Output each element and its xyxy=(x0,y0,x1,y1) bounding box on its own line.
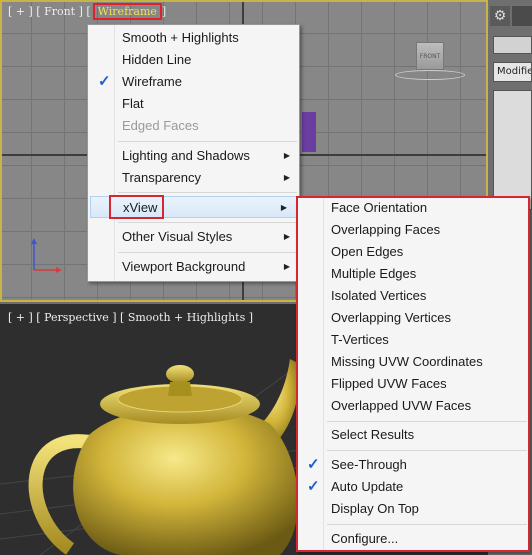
menu-item-edged-faces: Edged Faces xyxy=(122,118,199,133)
submenu-item-t-vertices[interactable]: T-Vertices xyxy=(297,329,529,351)
submenu-arrow-icon: ▶ xyxy=(283,232,290,241)
viewcube-label: FRONT xyxy=(419,53,441,60)
viewcube[interactable]: FRONT xyxy=(416,42,444,70)
viewport-label-prefix[interactable]: [ + ] [ Front ] [ xyxy=(8,5,91,18)
submenu-item-isolated-vertices[interactable]: Isolated Vertices xyxy=(297,285,529,307)
submenu-item-display-on-top[interactable]: Display On Top xyxy=(297,498,529,520)
menu-item-other-visual-styles[interactable]: Other Visual Styles ▶ xyxy=(88,226,299,248)
submenu-item-configure[interactable]: Configure... xyxy=(297,528,529,550)
viewcube-ring[interactable] xyxy=(395,70,465,80)
menu-separator xyxy=(327,450,527,451)
viewport-shading-menu: Smooth + Highlights Hidden Line ✓ Wirefra… xyxy=(87,24,300,282)
menu-separator xyxy=(327,421,527,422)
submenu-item-overlapped-uvw[interactable]: Overlapped UVW Faces xyxy=(297,395,529,417)
viewport-label-suffix: ] xyxy=(161,5,167,18)
perspective-viewport-label[interactable]: [ + ] [ Perspective ] [ Smooth + Highlig… xyxy=(8,311,253,324)
submenu-item-overlapping-faces[interactable]: Overlapping Faces xyxy=(297,219,529,241)
submenu-item-auto-update[interactable]: ✓ Auto Update xyxy=(297,476,529,498)
object-name-field[interactable] xyxy=(493,36,532,54)
submenu-item-face-orientation[interactable]: Face Orientation xyxy=(297,197,529,219)
menu-item-lighting-shadows[interactable]: Lighting and Shadows ▶ xyxy=(88,145,299,167)
xview-submenu: Face Orientation Overlapping Faces Open … xyxy=(296,196,530,552)
modifier-list-dropdown[interactable]: Modifier List xyxy=(493,62,532,82)
scene-object xyxy=(302,112,316,152)
submenu-arrow-icon: ▶ xyxy=(283,151,290,160)
teapot-knob xyxy=(166,365,194,383)
submenu-item-missing-uvw[interactable]: Missing UVW Coordinates xyxy=(297,351,529,373)
menu-separator xyxy=(118,252,297,253)
submenu-arrow-icon: ▶ xyxy=(283,262,290,271)
submenu-item-open-edges[interactable]: Open Edges xyxy=(297,241,529,263)
check-icon: ✓ xyxy=(307,478,320,495)
menu-item-hidden-line[interactable]: Hidden Line xyxy=(88,49,299,71)
menu-separator xyxy=(327,524,527,525)
modifier-stack[interactable] xyxy=(493,90,532,210)
menu-separator xyxy=(118,222,297,223)
check-icon: ✓ xyxy=(98,73,111,90)
teapot-body xyxy=(73,406,299,555)
submenu-item-overlapping-vertices[interactable]: Overlapping Vertices xyxy=(297,307,529,329)
submenu-item-flipped-uvw[interactable]: Flipped UVW Faces xyxy=(297,373,529,395)
submenu-arrow-icon: ▶ xyxy=(280,203,287,212)
front-viewport-label: [ + ] [ Front ] [Wireframe] xyxy=(8,3,167,20)
submenu-item-select-results[interactable]: Select Results xyxy=(297,424,529,446)
shading-mode-label[interactable]: Wireframe xyxy=(92,3,162,20)
menu-separator xyxy=(118,192,297,193)
panel-tab[interactable] xyxy=(512,6,532,26)
submenu-arrow-icon: ▶ xyxy=(283,173,290,182)
menu-item-transparency[interactable]: Transparency ▶ xyxy=(88,167,299,189)
submenu-item-see-through[interactable]: ✓ See-Through xyxy=(297,454,529,476)
menu-item-smooth-highlights[interactable]: Smooth + Highlights xyxy=(88,27,299,49)
menu-item-viewport-background[interactable]: Viewport Background ▶ xyxy=(88,256,299,278)
menu-separator xyxy=(118,141,297,142)
axis-gizmo xyxy=(31,238,62,273)
submenu-item-multiple-edges[interactable]: Multiple Edges xyxy=(297,263,529,285)
check-icon: ✓ xyxy=(307,456,320,473)
menu-item-flat[interactable]: Flat xyxy=(88,93,299,115)
modify-tab-gear-icon[interactable]: ⚙ xyxy=(490,6,510,26)
xview-highlight-box xyxy=(109,195,164,219)
menu-item-wireframe[interactable]: ✓ Wireframe xyxy=(88,71,299,93)
